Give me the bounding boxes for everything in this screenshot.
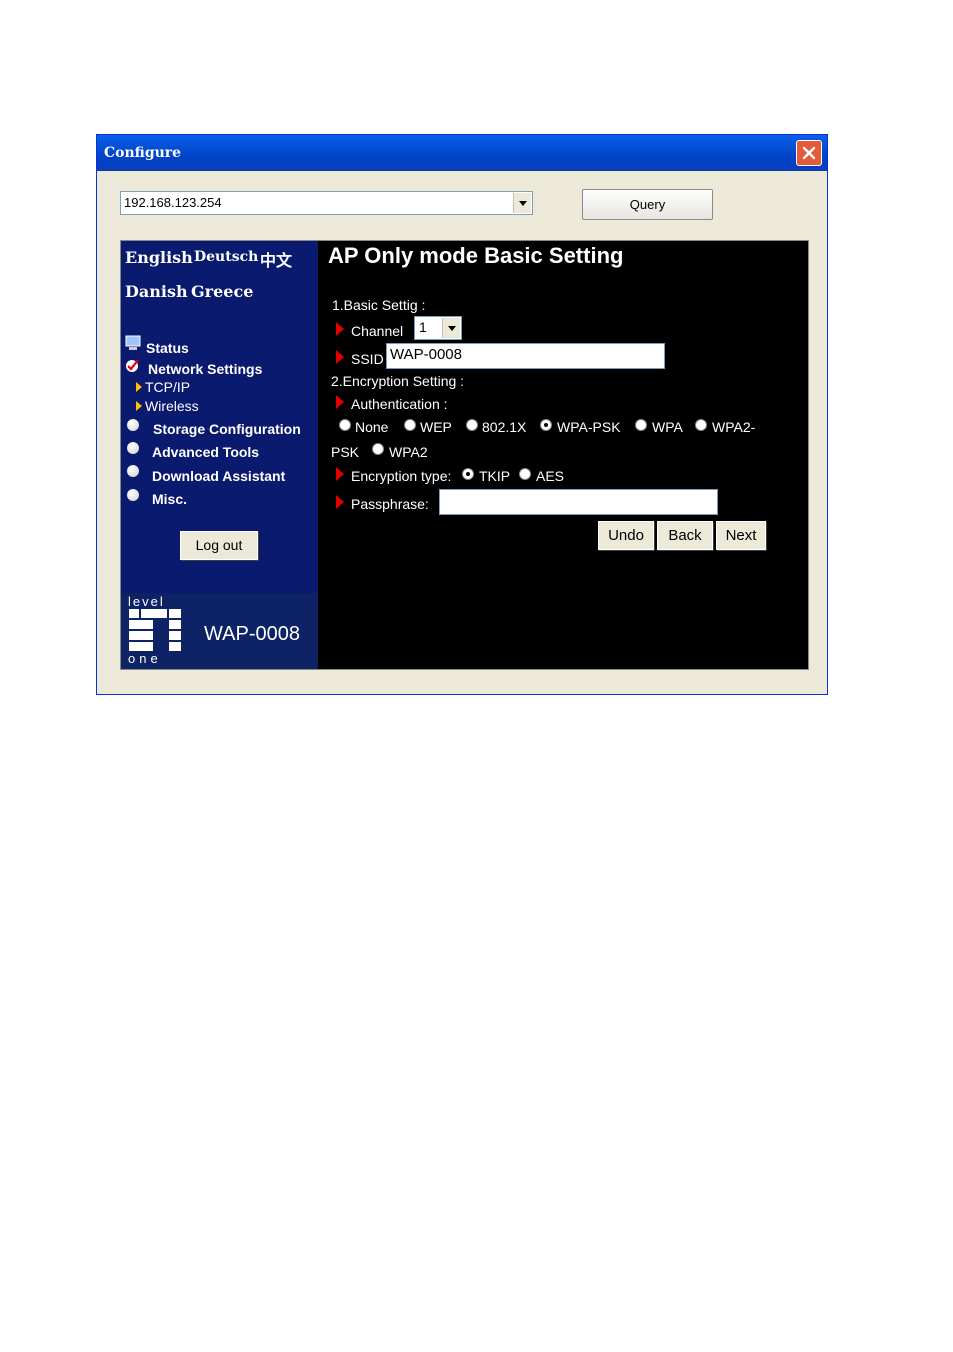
channel-label: Channel (351, 323, 404, 339)
configure-window: Configure 192.168.123.254 Query English … (96, 134, 828, 695)
sidebar-item-network-settings[interactable]: Network Settings (148, 361, 262, 377)
bullet-icon (127, 442, 139, 454)
logo-text-level: level (128, 594, 165, 609)
address-value: 192.168.123.254 (124, 195, 222, 210)
back-button[interactable]: Back (657, 521, 713, 550)
radio-auth-wpa2-psk[interactable] (695, 419, 707, 431)
sidebar-item-download-assistant[interactable]: Download Assistant (152, 468, 285, 484)
next-button[interactable]: Next (716, 521, 766, 550)
auth-none-label: None (355, 419, 389, 435)
sidebar-item-misc[interactable]: Misc. (152, 491, 187, 507)
logout-button[interactable]: Log out (180, 531, 258, 560)
arrow-right-icon (336, 495, 344, 509)
auth-wep-label: WEP (420, 419, 452, 435)
auth-8021x-label: 802.1X (482, 419, 527, 435)
radio-auth-none[interactable] (339, 419, 351, 431)
encryption-setting-section: 2.Encryption Setting : (331, 373, 465, 389)
radio-auth-wpa[interactable] (635, 419, 647, 431)
bullet-icon (127, 489, 139, 501)
lang-danish[interactable]: Danish (125, 282, 188, 301)
auth-wpa-label: WPA (652, 419, 683, 435)
auth-wpa-psk-label: WPA-PSK (557, 419, 621, 435)
undo-button[interactable]: Undo (598, 521, 654, 550)
arrow-right-icon (336, 322, 344, 336)
bullet-icon (127, 419, 139, 431)
window-title: Configure (104, 145, 182, 161)
sidebar-item-advanced-tools[interactable]: Advanced Tools (152, 444, 259, 460)
address-combobox[interactable]: 192.168.123.254 (120, 191, 533, 215)
auth-wpa2-psk-label: WPA2- (712, 419, 756, 435)
close-button[interactable] (796, 140, 822, 166)
brand-logo-area: level one WAP-0008 (121, 593, 318, 669)
levelone-logo-icon (129, 609, 181, 651)
radio-auth-wpa-psk[interactable] (540, 419, 552, 431)
auth-wpa2-label: WPA2 (389, 444, 428, 460)
sidebar-item-storage-configuration[interactable]: Storage Configuration (153, 421, 301, 437)
triangle-right-icon (136, 382, 142, 392)
radio-auth-8021x[interactable] (466, 419, 478, 431)
bullet-icon (127, 465, 139, 477)
auth-wpa2-psk-label-cont: PSK (331, 444, 360, 460)
check-icon (126, 359, 139, 372)
title-bar[interactable]: Configure (97, 135, 827, 171)
enc-aes-label: AES (536, 468, 565, 484)
main-content: AP Only mode Basic Setting 1.Basic Setti… (318, 241, 808, 669)
config-panel: English Deutsch 中文 Danish Greece Status … (120, 240, 809, 670)
lang-chinese[interactable]: 中文 (260, 247, 292, 271)
model-name: WAP-0008 (204, 623, 300, 645)
enc-tkip-label: TKIP (479, 468, 511, 484)
arrow-right-icon (336, 467, 344, 481)
ssid-value: WAP-0008 (390, 346, 462, 363)
ssid-input[interactable]: WAP-0008 (386, 343, 665, 369)
lang-greece[interactable]: Greece (191, 282, 253, 301)
passphrase-label: Passphrase: (351, 496, 429, 512)
channel-select[interactable]: 1 (414, 316, 462, 340)
radio-auth-wpa2[interactable] (372, 443, 384, 455)
basic-setting-section: 1.Basic Settig : (332, 297, 426, 313)
channel-value: 1 (419, 319, 427, 335)
close-icon (802, 146, 816, 160)
monitor-icon (125, 335, 141, 350)
lang-deutsch[interactable]: Deutsch (194, 249, 258, 265)
triangle-right-icon (136, 401, 142, 411)
page-title: AP Only mode Basic Setting (328, 243, 624, 268)
ssid-label: SSID (351, 351, 384, 367)
encryption-type-label: Encryption type: (351, 468, 452, 484)
radio-auth-wep[interactable] (404, 419, 416, 431)
sidebar-item-status[interactable]: Status (146, 340, 189, 356)
radio-enc-tkip[interactable] (462, 468, 474, 480)
radio-enc-aes[interactable] (519, 468, 531, 480)
chevron-down-icon[interactable] (442, 318, 460, 338)
logo-text-one: one (128, 651, 162, 666)
arrow-right-icon (336, 350, 344, 364)
lang-english[interactable]: English (125, 248, 193, 267)
sidebar: English Deutsch 中文 Danish Greece Status … (121, 241, 318, 669)
arrow-right-icon (336, 395, 344, 409)
passphrase-input[interactable] (439, 489, 718, 515)
chevron-down-icon[interactable] (513, 193, 531, 213)
sidebar-subitem-wireless[interactable]: Wireless (145, 398, 199, 414)
query-button[interactable]: Query (582, 189, 713, 220)
authentication-label: Authentication : (351, 396, 448, 412)
sidebar-subitem-tcpip[interactable]: TCP/IP (145, 379, 190, 395)
